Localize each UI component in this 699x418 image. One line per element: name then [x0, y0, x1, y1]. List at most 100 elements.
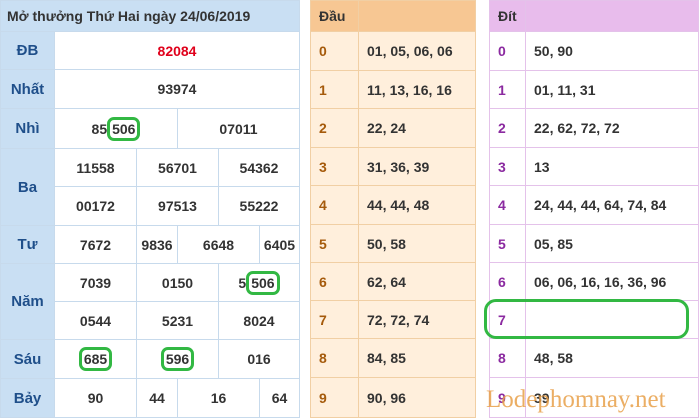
prize-number: 5 506: [238, 270, 280, 295]
dau-values: 11, 13, 16, 16: [358, 70, 476, 109]
dau-key: 7: [310, 300, 359, 339]
dau-header-blank: [358, 0, 476, 32]
prize-value-tu-1: 7672: [54, 225, 137, 264]
dau-row: 3 31, 36, 39: [310, 147, 476, 186]
prize-label-bay: Bảy: [0, 378, 55, 418]
dau-header: Đầu: [310, 0, 359, 32]
dau-row: 8 84, 85: [310, 338, 476, 378]
dit-table: Đít 0 50, 90 1 01, 11, 31 2 22, 62, 72, 72 3 13…: [489, 0, 699, 418]
dau-row: 2 22, 24: [310, 108, 476, 148]
dau-key: 0: [310, 31, 359, 71]
prize-number: 85 506: [92, 116, 141, 141]
results-table: Mở thưởng Thứ Hai ngày 24/06/2019 ĐB 820…: [0, 0, 300, 418]
dau-row: 7 72, 72, 74: [310, 300, 476, 339]
dau-key: 6: [310, 262, 359, 301]
dau-row: 1 11, 13, 16, 16: [310, 70, 476, 109]
dit-row: 3 13: [489, 147, 699, 186]
prize-label-nam: Năm: [0, 263, 55, 340]
dit-values: 24, 44, 44, 64, 74, 84: [525, 185, 699, 225]
dau-row: 9 90, 96: [310, 377, 476, 418]
dit-values: 06, 06, 16, 16, 36, 96: [525, 262, 699, 301]
prize-value-bay-2: 44: [136, 378, 178, 418]
dau-key: 2: [310, 108, 359, 148]
dau-values: 50, 58: [358, 224, 476, 263]
prize-value-tu-3: 6648: [177, 225, 260, 264]
prize-value-ba-4: 00172: [54, 186, 137, 226]
prize-value-tu-4: 6405: [259, 225, 300, 264]
prize-label-tu: Tư: [0, 225, 55, 264]
dau-values: 84, 85: [358, 338, 476, 378]
prize-label-db: ĐB: [0, 31, 55, 70]
prize-label-nhat: Nhất: [0, 69, 55, 109]
dit-row: 8 48, 58: [489, 338, 699, 378]
prize-value-sau-3: 016: [218, 339, 300, 379]
dau-key: 5: [310, 224, 359, 263]
prize-value-nam-4: 0544: [54, 301, 137, 340]
dau-row: 0 01, 05, 06, 06: [310, 31, 476, 71]
dit-row: 5 05, 85: [489, 224, 699, 263]
prize-value-nam-5: 5231: [136, 301, 219, 340]
dit-row: 0 50, 90: [489, 31, 699, 71]
dit-values: 48, 58: [525, 338, 699, 378]
dau-row: 5 50, 58: [310, 224, 476, 263]
dau-values: 31, 36, 39: [358, 147, 476, 186]
dau-values: 62, 64: [358, 262, 476, 301]
prize-value-ba-2: 56701: [136, 148, 219, 187]
prize-value-ba-6: 55222: [218, 186, 300, 226]
dau-key: 9: [310, 377, 359, 418]
dit-key: 5: [489, 224, 526, 263]
dau-values: 90, 96: [358, 377, 476, 418]
prize-value-ba-3: 54362: [218, 148, 300, 187]
dau-key: 1: [310, 70, 359, 109]
prize-value-nhi-2: 07011: [177, 108, 300, 149]
dit-key: 1: [489, 70, 526, 109]
dau-values: 01, 05, 06, 06: [358, 31, 476, 71]
dit-key: 4: [489, 185, 526, 225]
prize-value-nam-3: 5 506: [218, 263, 300, 302]
dit-key: 0: [489, 31, 526, 71]
dit-row: 6 06, 06, 16, 16, 36, 96: [489, 262, 699, 301]
dit-key: 3: [489, 147, 526, 186]
results-title: Mở thưởng Thứ Hai ngày 24/06/2019: [0, 0, 300, 32]
prize-value-bay-1: 90: [54, 378, 137, 418]
prize-value-nam-6: 8024: [218, 301, 300, 340]
prize-value-nam-2: 0150: [136, 263, 219, 302]
dit-row: 2 22, 62, 72, 72: [489, 108, 699, 148]
prize-value-nam-1: 7039: [54, 263, 137, 302]
prize-value-nhat: 93974: [54, 69, 300, 109]
dau-table: Đầu 0 01, 05, 06, 06 1 11, 13, 16, 16 2 22, 2…: [310, 0, 476, 418]
dau-values: 72, 72, 74: [358, 300, 476, 339]
dau-values: 22, 24: [358, 108, 476, 148]
dit-values: 05, 85: [525, 224, 699, 263]
prize-value-bay-4: 64: [259, 378, 300, 418]
highlight-ring: 506: [246, 270, 280, 295]
dau-key: 8: [310, 338, 359, 378]
dau-key: 4: [310, 185, 359, 225]
prize-value-sau-1: 685: [54, 339, 137, 379]
highlight-ring: 506: [107, 116, 141, 141]
watermark: Lodephomnay.net: [486, 386, 666, 413]
dit-row: 4 24, 44, 44, 64, 74, 84: [489, 185, 699, 225]
prize-label-ba: Ba: [0, 148, 55, 226]
prize-value-ba-1: 11558: [54, 148, 137, 187]
prize-label-sau: Sáu: [0, 339, 55, 379]
dit-header-blank: [525, 0, 699, 32]
dau-values: 44, 44, 48: [358, 185, 476, 225]
dau-row: 6 62, 64: [310, 262, 476, 301]
dit-values: 22, 62, 72, 72: [525, 108, 699, 148]
prize-value-sau-2: 596: [136, 339, 219, 379]
prize-value-tu-2: 9836: [136, 225, 178, 264]
prize-value-nhi-1: 85 506: [54, 108, 178, 149]
dit-header: Đít: [489, 0, 526, 32]
highlight-ring: [484, 299, 689, 339]
prize-value-ba-5: 97513: [136, 186, 219, 226]
dit-row: 1 01, 11, 31: [489, 70, 699, 109]
dit-values: 50, 90: [525, 31, 699, 71]
dit-values: 13: [525, 147, 699, 186]
dau-key: 3: [310, 147, 359, 186]
dau-row: 4 44, 44, 48: [310, 185, 476, 225]
dit-values: 01, 11, 31: [525, 70, 699, 109]
prize-value-bay-3: 16: [177, 378, 260, 418]
dit-key: 6: [489, 262, 526, 301]
dit-key: 2: [489, 108, 526, 148]
